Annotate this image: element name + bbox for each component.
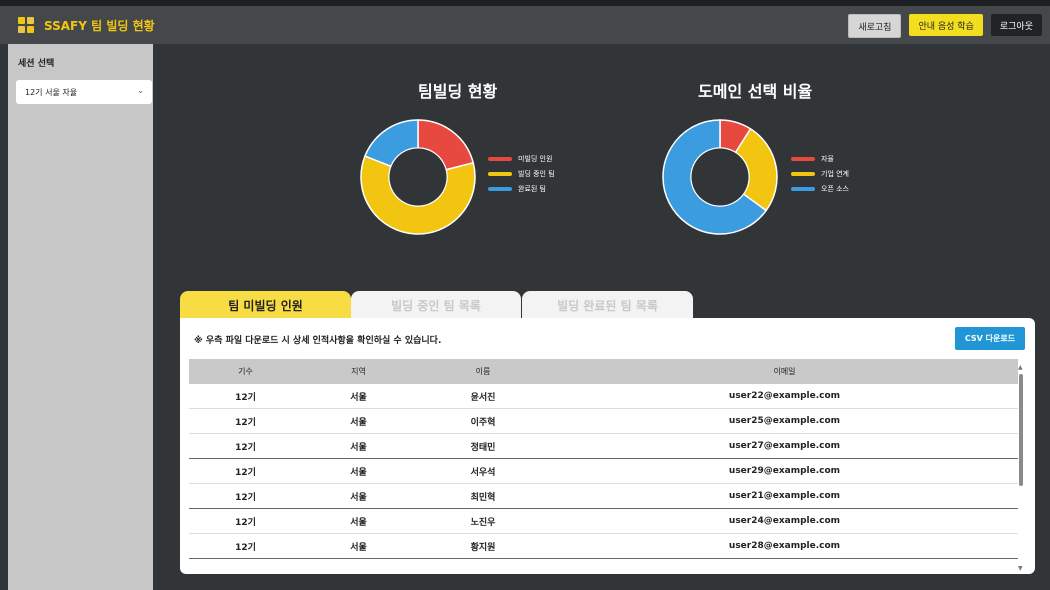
cell-email: user24@example.com xyxy=(728,516,841,526)
legend-swatch xyxy=(488,156,512,161)
cell-region: 서울 xyxy=(350,517,367,528)
cell-email: user21@example.com xyxy=(728,491,841,501)
csv-download-button[interactable]: CSV 다운로드 xyxy=(955,327,1025,350)
domain-legend: 자율기업 연계오픈 소스 xyxy=(791,151,849,196)
table-row[interactable]: 12기 서울 윤서진 user22@example.com xyxy=(189,384,1018,409)
domain-chart-title: 도메인 선택 비율 xyxy=(698,82,813,101)
scrollbar-thumb[interactable] xyxy=(1019,374,1023,486)
legend-item: 기업 연계 xyxy=(791,166,849,181)
cell-name: 서우석 xyxy=(470,467,496,478)
team-status-donut-chart xyxy=(360,119,476,235)
legend-label: 미빌딩 인원 xyxy=(518,154,553,163)
legend-item: 빌딩 중인 팀 xyxy=(488,166,555,181)
cell-name: 윤서진 xyxy=(470,392,496,403)
cell-name: 정태민 xyxy=(470,442,496,453)
cell-email: user29@example.com xyxy=(728,466,841,476)
legend-label: 자율 xyxy=(821,154,834,163)
cell-region: 서울 xyxy=(350,392,367,403)
legend-item: 미빌딩 인원 xyxy=(488,151,555,166)
cell-name: 노진우 xyxy=(470,517,496,528)
table-header: 기수 지역 이름 이메일 xyxy=(189,359,1018,384)
cell-name: 최민혁 xyxy=(470,492,496,503)
header-actions: 새로고침 안내 음성 학습 로그아웃 xyxy=(848,14,1042,38)
app-title: SSAFY 팀 빌딩 현황 xyxy=(44,18,155,33)
legend-swatch xyxy=(791,171,815,176)
download-notice: ※ 우측 파일 다운로드 시 상세 인적사항을 확인하실 수 있습니다. xyxy=(194,336,442,346)
refresh-button[interactable]: 새로고침 xyxy=(848,14,902,38)
legend-swatch xyxy=(488,171,512,176)
table-row[interactable]: 12기 서울 최민혁 user21@example.com xyxy=(189,484,1018,509)
table-row[interactable]: 12기 서울 정태민 user27@example.com xyxy=(189,434,1018,459)
logo-icon xyxy=(18,17,34,33)
cell-region: 서울 xyxy=(350,417,367,428)
legend-label: 완료된 팀 xyxy=(518,184,546,193)
logout-button[interactable]: 로그아웃 xyxy=(990,14,1042,36)
cell-generation: 12기 xyxy=(235,492,256,503)
cell-generation: 12기 xyxy=(235,392,256,403)
team-status-legend: 미빌딩 인원빌딩 중인 팀완료된 팀 xyxy=(488,151,555,196)
tab-completed-teams[interactable]: 빌딩 완료된 팀 목록 xyxy=(522,291,693,319)
cell-region: 서울 xyxy=(350,542,367,553)
legend-swatch xyxy=(488,186,512,191)
legend-item: 완료된 팀 xyxy=(488,181,555,196)
scroll-up-arrow-icon[interactable]: ▲ xyxy=(1018,364,1023,371)
cell-region: 서울 xyxy=(350,492,367,503)
donut-hole xyxy=(389,148,447,206)
cell-name: 황지원 xyxy=(470,542,496,553)
cell-generation: 12기 xyxy=(235,417,256,428)
sidebar: 세션 선택 12기 서울 자율 ⌄ xyxy=(8,44,153,590)
legend-swatch xyxy=(791,186,815,191)
cell-name: 이주혁 xyxy=(470,417,496,428)
column-header-email[interactable]: 이메일 xyxy=(551,366,1018,377)
legend-item: 자율 xyxy=(791,151,849,166)
cell-email: user27@example.com xyxy=(728,441,841,451)
legend-label: 오픈 소스 xyxy=(821,184,849,193)
tab-unassigned-members[interactable]: 팀 미빌딩 인원 xyxy=(180,291,351,319)
cell-email: user25@example.com xyxy=(728,416,841,426)
tab-building-teams[interactable]: 빌딩 중인 팀 목록 xyxy=(351,291,521,319)
legend-swatch xyxy=(791,156,815,161)
legend-label: 빌딩 중인 팀 xyxy=(518,169,555,178)
table-scrollbar[interactable]: ▲ ▼ xyxy=(1018,364,1025,572)
members-panel: ※ 우측 파일 다운로드 시 상세 인적사항을 확인하실 수 있습니다. CSV… xyxy=(180,318,1035,574)
column-header-name[interactable]: 이름 xyxy=(415,366,551,377)
domain-donut-chart xyxy=(662,119,778,235)
legend-label: 기업 연계 xyxy=(821,169,849,178)
table-row[interactable]: 12기 서울 서우석 user29@example.com xyxy=(189,459,1018,484)
app-header: SSAFY 팀 빌딩 현황 새로고침 안내 음성 학습 로그아웃 xyxy=(0,6,1050,44)
team-status-chart-title: 팀빌딩 현황 xyxy=(418,82,498,101)
cell-generation: 12기 xyxy=(235,517,256,528)
column-header-generation[interactable]: 기수 xyxy=(189,366,302,377)
cell-generation: 12기 xyxy=(235,542,256,553)
members-table: 기수 지역 이름 이메일 12기 서울 윤서진 user22@example.c… xyxy=(189,359,1018,559)
cell-email: user22@example.com xyxy=(728,391,841,401)
table-row[interactable]: 12기 서울 노진우 user24@example.com xyxy=(189,509,1018,534)
cell-region: 서울 xyxy=(350,467,367,478)
cell-email: user28@example.com xyxy=(728,541,841,551)
chevron-down-icon: ⌄ xyxy=(137,86,144,95)
session-select[interactable]: 12기 서울 자율 ⌄ xyxy=(16,80,152,104)
legend-item: 오픈 소스 xyxy=(791,181,849,196)
table-row[interactable]: 12기 서울 이주혁 user25@example.com xyxy=(189,409,1018,434)
voice-guide-button[interactable]: 안내 음성 학습 xyxy=(909,14,983,36)
cell-generation: 12기 xyxy=(235,467,256,478)
cell-generation: 12기 xyxy=(235,442,256,453)
scroll-down-arrow-icon[interactable]: ▼ xyxy=(1018,565,1023,572)
donut-hole xyxy=(691,148,749,206)
cell-region: 서울 xyxy=(350,442,367,453)
session-select-label: 세션 선택 xyxy=(18,59,55,69)
column-header-region[interactable]: 지역 xyxy=(302,366,415,377)
session-select-value: 12기 서울 자율 xyxy=(25,87,78,97)
table-row[interactable]: 12기 서울 황지원 user28@example.com xyxy=(189,534,1018,559)
